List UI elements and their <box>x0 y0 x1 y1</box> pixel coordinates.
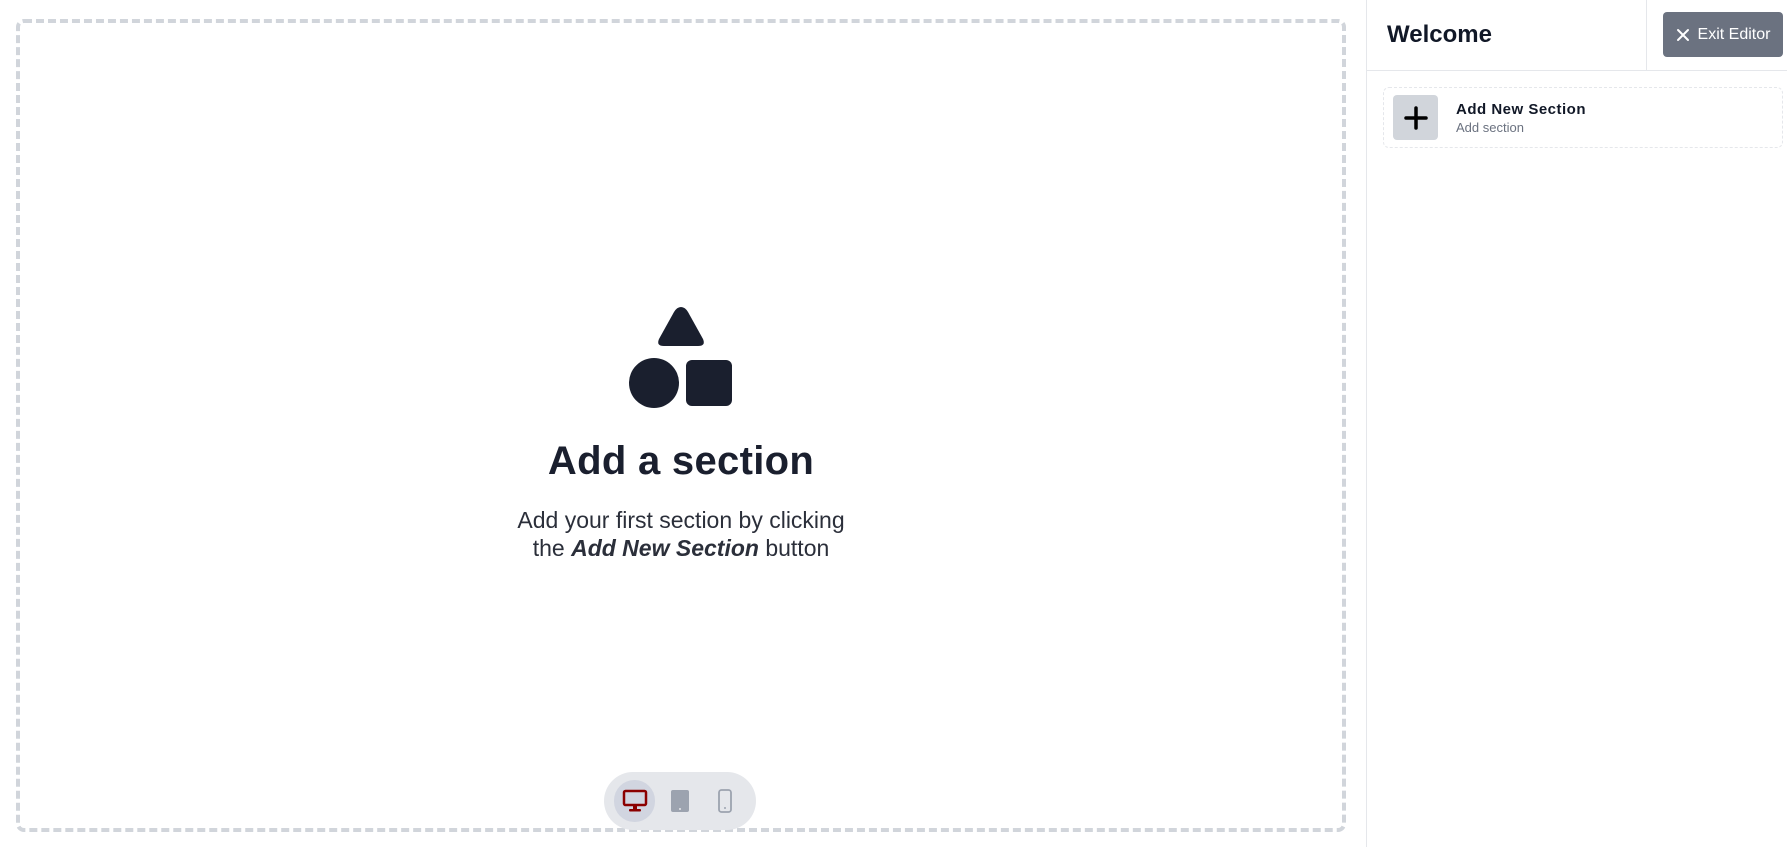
add-section-subtitle: Add section <box>1456 119 1524 135</box>
description-prefix: the <box>532 535 565 561</box>
exit-editor-label: Exit Editor <box>1697 25 1771 43</box>
header-divider <box>1646 0 1647 71</box>
device-desktop-button[interactable] <box>614 780 656 822</box>
close-icon <box>1676 28 1689 41</box>
description-emphasis: Add New Section <box>571 535 759 561</box>
editor-canvas[interactable]: Add a section Add your first section by … <box>16 19 1346 832</box>
device-toggle <box>604 772 756 830</box>
device-mobile-button[interactable] <box>705 780 746 822</box>
add-new-section-button[interactable]: Add New Section Add section <box>1383 87 1783 148</box>
plus-icon <box>1403 105 1428 130</box>
empty-state: Add a section Add your first section by … <box>20 305 1342 562</box>
add-section-text: Add New Section Add section <box>1456 101 1586 135</box>
shapes-icon <box>629 307 732 408</box>
empty-state-title: Add a section <box>547 439 815 483</box>
add-section-title: Add New Section <box>1456 100 1587 118</box>
sidebar: Welcome Exit Editor Add New Section Add … <box>1366 0 1787 847</box>
empty-state-description: Add your first section by clicking the A… <box>491 506 871 562</box>
description-line-1: Add your first section by clicking <box>517 507 845 533</box>
description-suffix: button <box>765 535 830 561</box>
exit-editor-button[interactable]: Exit Editor <box>1663 12 1783 57</box>
editor-app: Add a section Add your first section by … <box>0 0 1787 847</box>
monitor-icon <box>622 789 647 812</box>
tablet-icon <box>670 790 689 812</box>
device-tablet-button[interactable] <box>659 780 700 822</box>
sidebar-header: Welcome Exit Editor <box>1367 0 1787 71</box>
plus-icon-box <box>1393 95 1438 140</box>
mobile-icon <box>718 789 733 813</box>
